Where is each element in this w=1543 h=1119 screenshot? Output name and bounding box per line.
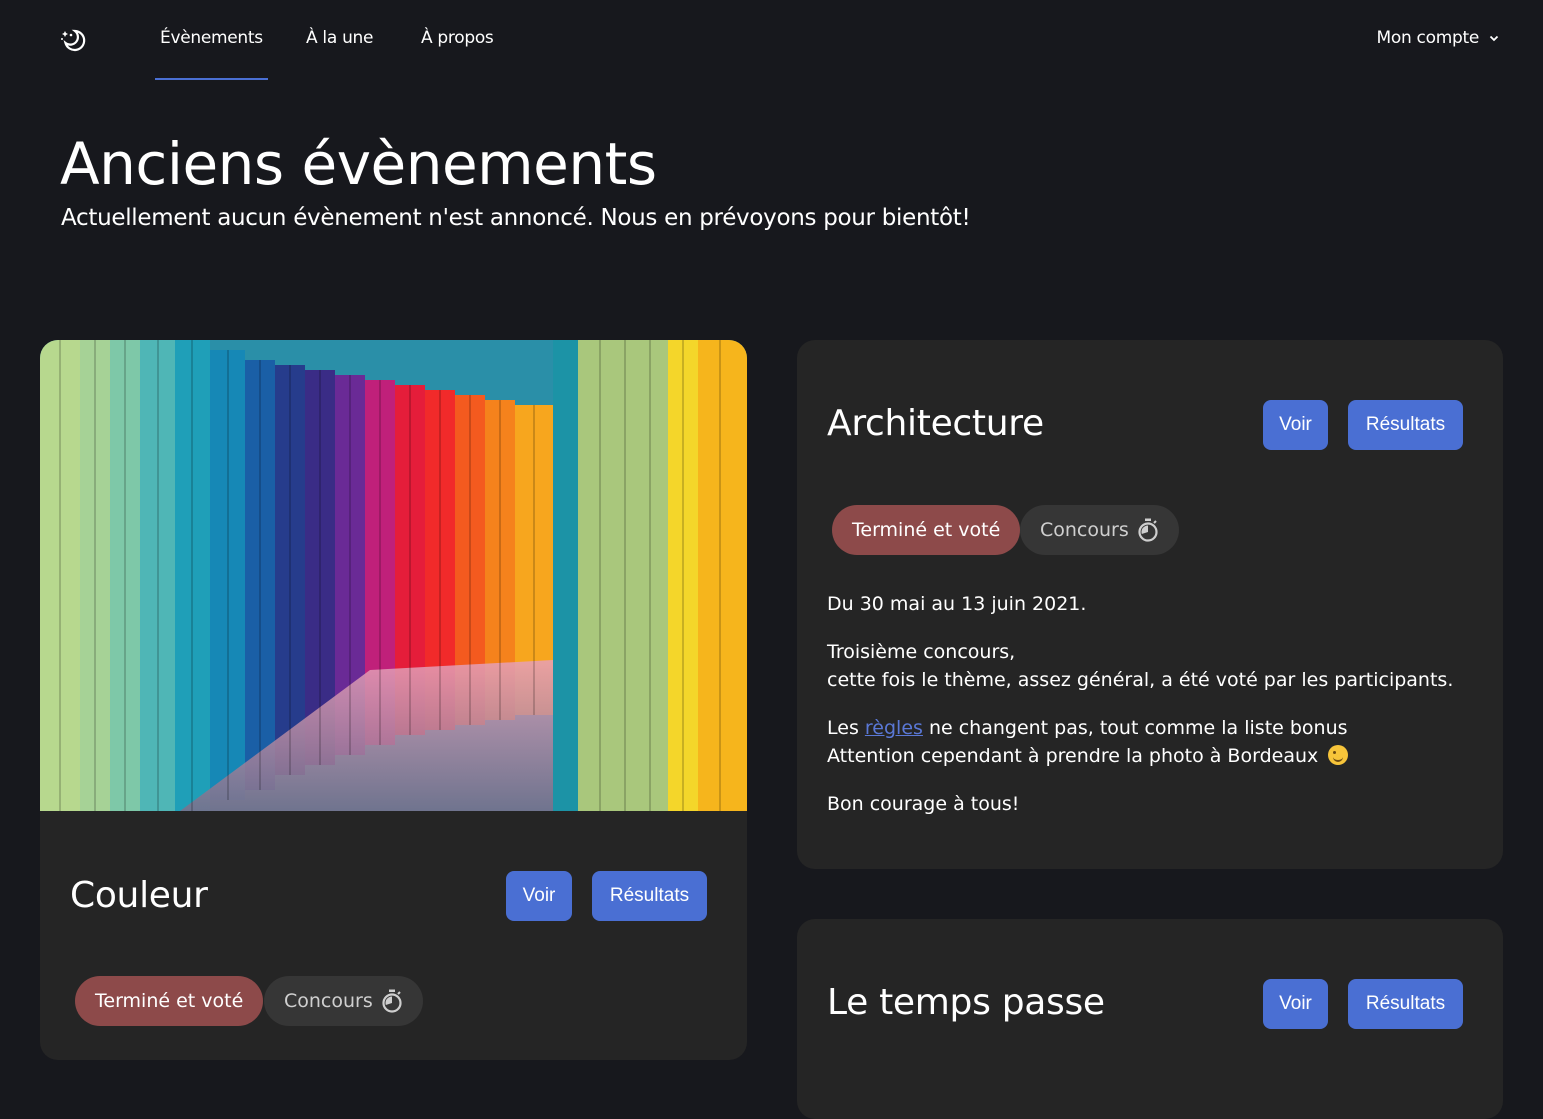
results-button[interactable]: Résultats — [592, 871, 707, 921]
account-label: Mon compte — [1376, 28, 1480, 48]
results-button[interactable]: Résultats — [1348, 400, 1463, 450]
view-button[interactable]: Voir — [1263, 979, 1328, 1029]
event-dates: Du 30 mai au 13 juin 2021. — [827, 593, 1087, 615]
wink-emoji-icon — [1328, 745, 1349, 765]
event-title: Architecture — [827, 403, 1044, 444]
view-button[interactable]: Voir — [1263, 400, 1328, 450]
event-description: Du 30 mai au 13 juin 2021. Troisième con… — [827, 590, 1467, 838]
view-button[interactable]: Voir — [506, 871, 572, 921]
event-title: Couleur — [70, 875, 208, 916]
account-menu[interactable]: Mon compte — [1377, 28, 1499, 48]
event-card-architecture: Architecture Voir Résultats Terminé et v… — [797, 340, 1503, 869]
event-card-couleur: Couleur Voir Résultats Terminé et voté C… — [40, 340, 747, 1060]
type-badge: Concours — [264, 976, 423, 1026]
nav-link-a-la-une[interactable]: À la une — [306, 28, 373, 48]
page-subtitle: Actuellement aucun évènement n'est annon… — [61, 205, 971, 231]
status-label: Terminé et voté — [95, 990, 244, 1012]
event-card-le-temps-passe: Le temps passe Voir Résultats — [797, 919, 1503, 1119]
rules-link[interactable]: règles — [865, 717, 923, 739]
results-button[interactable]: Résultats — [1348, 979, 1463, 1029]
stopwatch-icon — [382, 989, 402, 1013]
type-label: Concours — [284, 990, 373, 1012]
page-title: Anciens évènements — [60, 130, 657, 198]
event-rules: Les règles ne changent pas, tout comme l… — [827, 717, 1349, 767]
top-navbar: Évènements À la une À propos Mon compte — [0, 0, 1543, 80]
chevron-down-icon — [1489, 35, 1499, 42]
nav-link-a-propos[interactable]: À propos — [421, 28, 494, 48]
event-image-rainbow-corridor — [40, 340, 747, 811]
status-badge: Terminé et voté — [832, 505, 1021, 555]
moon-stars-icon[interactable] — [58, 26, 86, 54]
status-badge: Terminé et voté — [75, 976, 264, 1026]
event-title: Le temps passe — [827, 982, 1105, 1023]
event-intro: Troisième concours, cette fois le thème,… — [827, 641, 1454, 691]
stopwatch-icon — [1138, 518, 1158, 542]
type-badge: Concours — [1020, 505, 1179, 555]
nav-link-evenements[interactable]: Évènements — [155, 28, 268, 80]
status-label: Terminé et voté — [852, 519, 1001, 541]
type-label: Concours — [1040, 519, 1129, 541]
event-closing: Bon courage à tous! — [827, 793, 1020, 815]
